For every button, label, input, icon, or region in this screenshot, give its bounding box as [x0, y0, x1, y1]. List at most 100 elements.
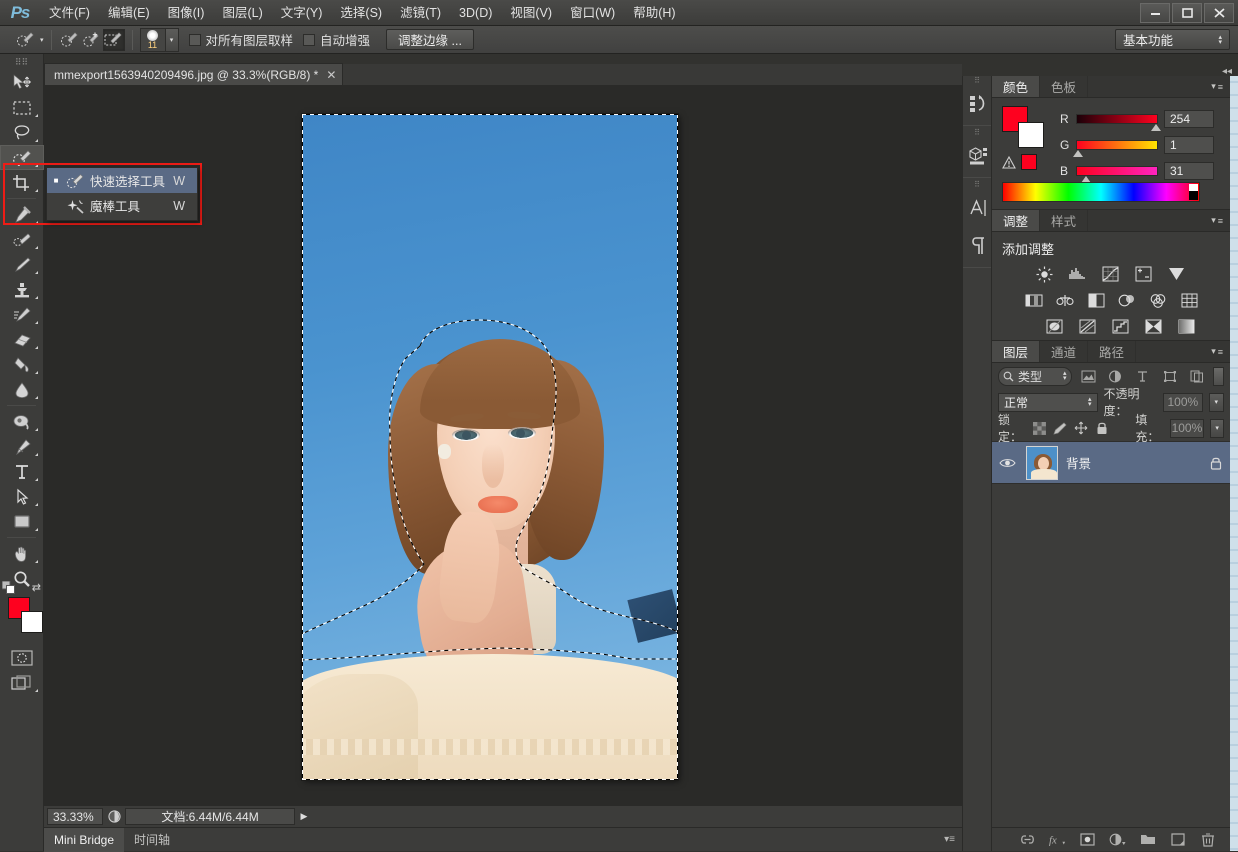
tab-styles[interactable]: 样式: [1040, 210, 1089, 231]
screen-mode-button[interactable]: [0, 670, 44, 695]
close-button[interactable]: [1204, 2, 1234, 23]
menu-window[interactable]: 窗口(W): [561, 0, 624, 26]
workspace-selector[interactable]: 基本功能 ▴ ▾: [1115, 29, 1230, 50]
smart-object-filter-icon[interactable]: [1186, 367, 1207, 386]
table-row[interactable]: 背景: [992, 442, 1230, 484]
tab-mini-bridge[interactable]: Mini Bridge: [44, 827, 125, 852]
lock-all-icon[interactable]: [1095, 419, 1110, 438]
color-background-swatch[interactable]: [1018, 122, 1044, 148]
brightness-contrast-icon[interactable]: [1034, 264, 1054, 284]
pen-tool[interactable]: [0, 434, 44, 459]
gradient-tool[interactable]: [0, 352, 44, 377]
menu-view[interactable]: 视图(V): [501, 0, 561, 26]
brush-preset-chevron-icon[interactable]: ▾: [165, 27, 179, 52]
path-selection-tool[interactable]: [0, 484, 44, 509]
pixel-filter-icon[interactable]: [1078, 367, 1099, 386]
lock-image-icon[interactable]: [1053, 419, 1068, 438]
tab-paths[interactable]: 路径: [1088, 341, 1137, 362]
exposure-icon[interactable]: [1133, 264, 1153, 284]
status-menu-arrow-icon[interactable]: ▶: [295, 811, 313, 822]
color-balance-icon[interactable]: [1055, 290, 1075, 310]
vibrance-icon[interactable]: [1166, 264, 1186, 284]
new-selection-button[interactable]: [59, 29, 81, 51]
subtract-from-selection-button[interactable]: [102, 28, 125, 51]
menu-edit[interactable]: 编辑(E): [99, 0, 159, 26]
lock-transparency-icon[interactable]: [1032, 419, 1047, 438]
flyout-item-magic-wand[interactable]: 魔棒工具 W: [47, 193, 197, 218]
type-tool[interactable]: [0, 459, 44, 484]
channel-slider-g[interactable]: [1073, 140, 1158, 157]
clone-stamp-tool[interactable]: [0, 277, 44, 302]
flyout-item-quick-selection[interactable]: ■ 快速选择工具 W: [47, 168, 197, 193]
color-spectrum-ramp[interactable]: [1002, 182, 1200, 202]
hue-saturation-icon[interactable]: [1024, 290, 1044, 310]
status-preview-icon[interactable]: [103, 810, 125, 823]
selective-color-icon[interactable]: [1176, 316, 1196, 336]
toolbar-grip[interactable]: ⠿⠿: [0, 54, 43, 70]
channel-slider-r[interactable]: [1076, 114, 1161, 131]
channel-value-r[interactable]: 254: [1164, 110, 1214, 128]
menu-file[interactable]: 文件(F): [40, 0, 99, 26]
paragraph-panel-icon[interactable]: [963, 227, 993, 265]
layer-style-fx-icon[interactable]: fx: [1049, 831, 1066, 848]
add-mask-icon[interactable]: [1079, 831, 1096, 848]
tab-color[interactable]: 颜色: [992, 76, 1041, 97]
character-panel-icon[interactable]: [963, 189, 993, 227]
gradient-map-icon[interactable]: [1143, 316, 1163, 336]
auto-enhance-checkbox[interactable]: [303, 33, 316, 46]
brush-size-preview[interactable]: 11: [139, 27, 166, 52]
tab-layers[interactable]: 图层: [992, 341, 1041, 362]
photo-filter-icon[interactable]: [1117, 290, 1137, 310]
blur-tool[interactable]: [0, 377, 44, 402]
rectangle-tool[interactable]: [0, 509, 44, 534]
mini-dock-grip-2[interactable]: ⠿: [963, 128, 991, 137]
delete-layer-icon[interactable]: [1199, 831, 1216, 848]
channel-slider-b[interactable]: [1076, 166, 1158, 183]
background-color-swatch[interactable]: [21, 611, 43, 633]
close-icon[interactable]: ✕: [326, 68, 336, 82]
tab-timeline[interactable]: 时间轴: [124, 828, 180, 852]
quick-selection-flyout-menu[interactable]: ■ 快速选择工具 W 魔棒工具 W: [46, 167, 198, 221]
tab-channels[interactable]: 通道: [1040, 341, 1089, 362]
history-panel-icon[interactable]: [963, 85, 993, 123]
move-tool[interactable]: [0, 70, 44, 95]
curves-icon[interactable]: [1100, 264, 1120, 284]
history-brush-tool[interactable]: [0, 302, 44, 327]
quick-mask-button[interactable]: [0, 645, 44, 670]
menu-help[interactable]: 帮助(H): [624, 0, 684, 26]
tab-adjustments[interactable]: 调整: [992, 210, 1041, 231]
lasso-tool[interactable]: [0, 120, 44, 145]
menu-filter[interactable]: 滤镜(T): [391, 0, 450, 26]
swap-colors-icon[interactable]: ⇄: [32, 581, 41, 594]
type-filter-icon[interactable]: [1132, 367, 1153, 386]
document-tab[interactable]: mmexport1563940209496.jpg @ 33.3%(RGB/8)…: [44, 63, 344, 85]
channel-value-g[interactable]: 1: [1164, 136, 1214, 154]
adjustment-filter-icon[interactable]: [1105, 367, 1126, 386]
minimize-button[interactable]: [1140, 2, 1170, 23]
layer-name[interactable]: 背景: [1066, 453, 1091, 472]
hand-tool[interactable]: [0, 541, 44, 566]
color-panel-menu-icon[interactable]: ▾ ≡: [1211, 76, 1230, 97]
lock-position-icon[interactable]: [1074, 419, 1089, 438]
color-channel-r[interactable]: R 254: [1060, 106, 1230, 132]
layers-panel-menu-icon[interactable]: ▾ ≡: [1211, 341, 1230, 362]
posterize-icon[interactable]: [1077, 316, 1097, 336]
tab-swatches[interactable]: 色板: [1040, 76, 1089, 97]
sample-all-layers-row[interactable]: 对所有图层取样: [188, 30, 293, 49]
black-white-icon[interactable]: [1086, 290, 1106, 310]
maximize-button[interactable]: [1172, 2, 1202, 23]
fill-value[interactable]: 100%: [1169, 418, 1205, 438]
menu-select[interactable]: 选择(S): [331, 0, 391, 26]
opacity-value[interactable]: 100%: [1163, 392, 1203, 412]
gamut-substitute-swatch[interactable]: [1021, 154, 1037, 170]
tool-preset-chevron-icon[interactable]: ▾: [40, 36, 44, 44]
menu-layer[interactable]: 图层(L): [213, 0, 271, 26]
levels-icon[interactable]: [1067, 264, 1087, 284]
eraser-tool[interactable]: [0, 327, 44, 352]
layer-filter-toggle[interactable]: [1213, 366, 1225, 386]
color-channel-b[interactable]: B 31: [1060, 158, 1230, 184]
image-canvas[interactable]: [302, 114, 678, 780]
mini-dock-grip-3[interactable]: ⠿: [963, 180, 991, 189]
color-lookup-icon[interactable]: [1179, 290, 1199, 310]
layer-thumbnail[interactable]: [1026, 445, 1058, 480]
